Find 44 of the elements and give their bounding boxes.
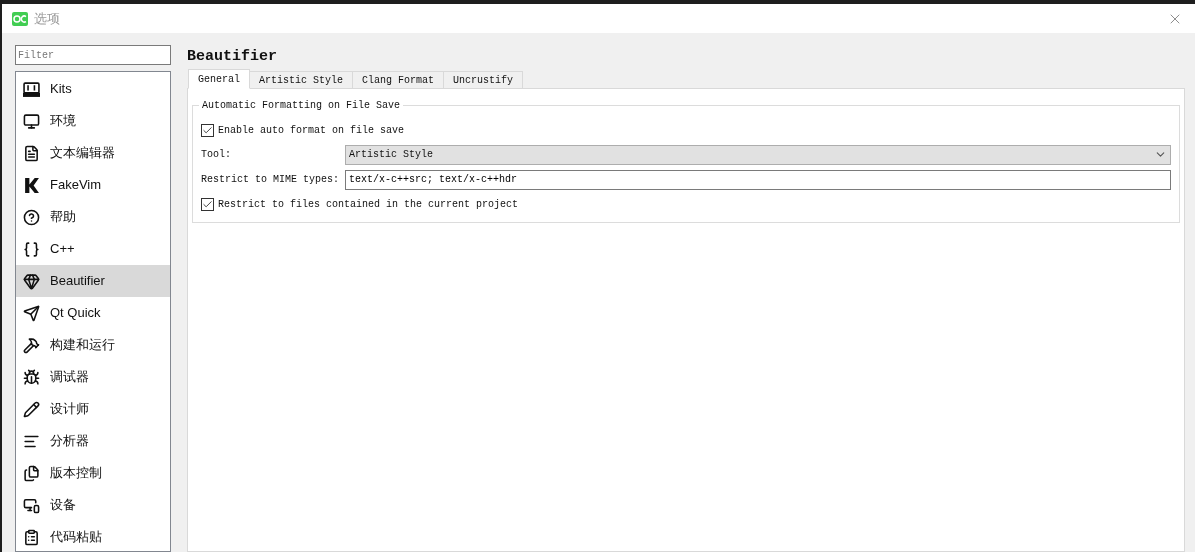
sidebar-item[interactable]: 设备 (16, 489, 170, 521)
braces-icon (23, 240, 40, 258)
monitor-icon (23, 112, 40, 130)
sidebar-item[interactable]: 版本控制 (16, 457, 170, 489)
filter-field[interactable]: Filter (15, 45, 171, 65)
sidebar-item[interactable]: 帮助 (16, 201, 170, 233)
sidebar-item[interactable]: Kits (16, 73, 170, 105)
devices-icon (23, 496, 40, 514)
paper-plane-icon (23, 304, 40, 322)
checkbox[interactable] (201, 197, 214, 211)
sidebar-item[interactable]: 环境 (16, 105, 170, 137)
tab[interactable]: General (188, 69, 250, 89)
gem-icon (23, 272, 40, 290)
window-title: 选项 (34, 9, 60, 28)
tool-dropdown[interactable]: Artistic Style (345, 144, 1171, 165)
checkbox[interactable] (201, 123, 214, 137)
page-title: Beautifier (187, 47, 278, 67)
mime-types-field[interactable]: text/x-c++src; text/x-c++hdr (345, 169, 1171, 190)
field-label: Tool: (201, 148, 232, 162)
hammer-icon (23, 336, 40, 354)
sidebar-item[interactable]: 文本编辑器 (16, 137, 170, 169)
sidebar-item[interactable]: 分析器 (16, 425, 170, 457)
sidebar-item[interactable]: C++ (16, 233, 170, 265)
checkbox-label: Enable auto format on file save (218, 123, 405, 138)
sidebar-item[interactable]: 设计师 (16, 393, 170, 425)
sidebar-item[interactable]: 构建和运行 (16, 329, 170, 361)
clipboard-icon (23, 528, 40, 546)
bug-icon (23, 368, 40, 386)
sidebar-item[interactable]: 调试器 (16, 361, 170, 393)
letter-k-icon (23, 176, 40, 194)
document-icon (23, 144, 40, 162)
sidebar-item[interactable]: Qt Quick (16, 297, 170, 329)
sidebar-item[interactable]: Beautifier (16, 265, 170, 297)
toolbox-icon (23, 80, 40, 98)
files-icon (23, 464, 40, 482)
app-logo-icon (12, 11, 28, 26)
help-icon (23, 208, 40, 226)
sidebar-item[interactable]: FakeVim (16, 169, 170, 201)
pencil-icon (23, 400, 40, 418)
field-label: Restrict to MIME types: (201, 173, 341, 187)
sidebar-item[interactable]: 代码粘贴 (16, 521, 170, 551)
group-title: Automatic Formatting on File Save (199, 99, 404, 112)
checkbox-label: Restrict to files contained in the current project (218, 197, 519, 212)
tab[interactable]: Uncrustify (443, 71, 524, 89)
